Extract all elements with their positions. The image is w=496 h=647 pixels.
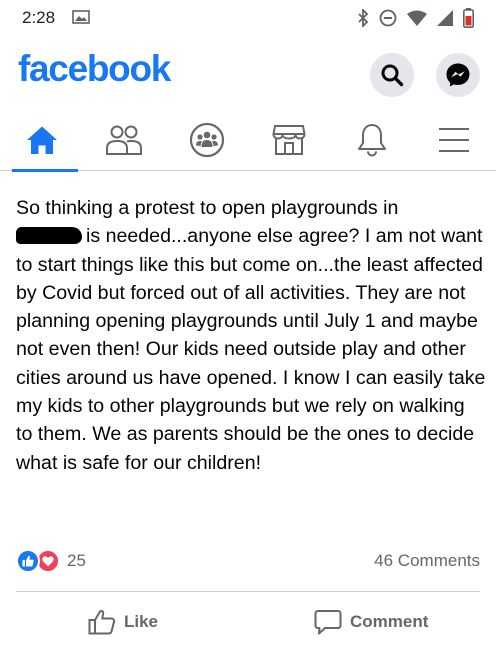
home-icon (27, 126, 57, 154)
bluetooth-icon (358, 9, 369, 27)
reactions-row: 25 46 Comments (16, 548, 480, 574)
messenger-icon (446, 63, 470, 87)
post-text-line1: So thinking a protest to open playground… (16, 197, 399, 219)
friends-icon (106, 125, 142, 155)
comment-label: Comment (350, 612, 429, 631)
facebook-logo[interactable]: facebook (18, 48, 171, 90)
reaction-count[interactable]: 25 (67, 551, 86, 571)
comments-count[interactable]: 46 Comments (374, 551, 480, 571)
messenger-button[interactable] (436, 53, 480, 97)
tab-notifications[interactable] (332, 108, 412, 171)
comment-button[interactable]: Comment (314, 604, 428, 640)
tab-marketplace[interactable] (249, 108, 329, 171)
status-time: 2:28 (22, 8, 56, 27)
like-reaction-icon (16, 549, 40, 573)
tab-groups[interactable] (167, 108, 247, 171)
status-icons (357, 8, 474, 28)
search-icon (381, 64, 404, 87)
action-divider (16, 591, 480, 592)
tab-friends[interactable] (84, 108, 164, 171)
like-icon (88, 610, 116, 635)
app-header: facebook (0, 36, 496, 108)
like-label: Like (124, 612, 159, 631)
tab-menu[interactable] (414, 108, 494, 171)
do-not-disturb-icon (379, 9, 397, 27)
photo-icon (72, 10, 90, 24)
post-text-continued: is needed...anyone else agree? I am not … (16, 225, 486, 474)
post-text: So thinking a protest to open playground… (16, 194, 486, 477)
nav-tabs (0, 108, 496, 172)
comment-icon (314, 610, 342, 635)
reaction-icons[interactable] (16, 549, 62, 573)
wifi-icon (407, 10, 427, 26)
like-button[interactable]: Like (88, 604, 158, 640)
search-button[interactable] (370, 53, 414, 97)
status-bar: 2:28 (0, 0, 496, 36)
cell-signal-icon (437, 10, 453, 26)
groups-icon (189, 122, 225, 157)
tab-home[interactable] (2, 108, 82, 172)
redaction-mark (16, 227, 82, 245)
marketplace-icon (272, 124, 306, 155)
menu-icon (439, 127, 469, 152)
bell-icon (358, 123, 386, 157)
active-tab-indicator (12, 169, 78, 172)
battery-icon (463, 8, 474, 28)
